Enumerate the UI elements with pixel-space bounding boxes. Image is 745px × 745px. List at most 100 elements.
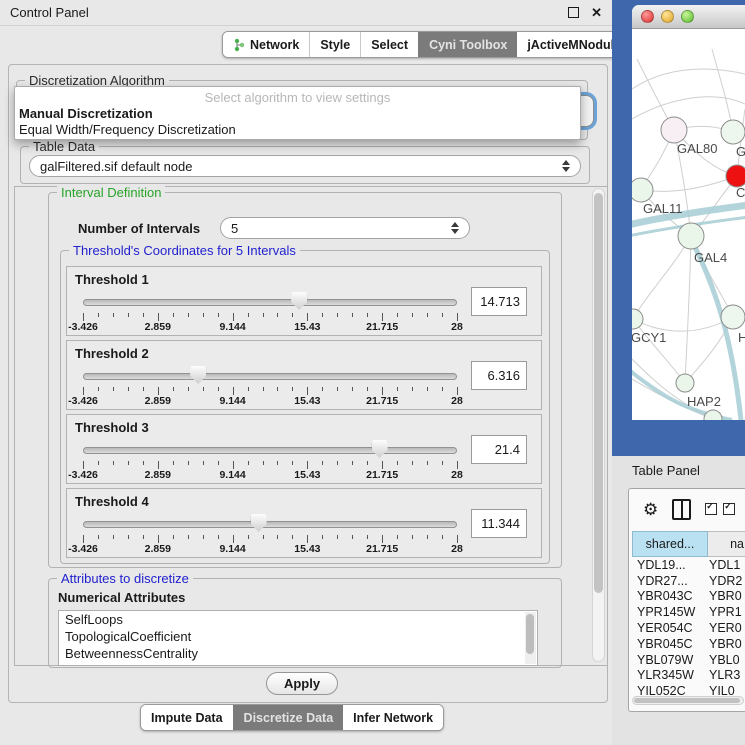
tick-mark	[367, 387, 368, 391]
slider-thumb[interactable]	[190, 366, 206, 384]
cell-shared-name: YBR045C	[632, 637, 709, 651]
vertical-scrollbar-thumb[interactable]	[594, 193, 603, 593]
slider-thumb[interactable]	[291, 292, 307, 310]
network-edge[interactable]	[633, 236, 691, 319]
tick-mark	[218, 313, 219, 317]
vertical-scrollbar[interactable]	[592, 188, 605, 662]
zoom-traffic-light-icon[interactable]	[681, 10, 694, 23]
tick-label: 2.859	[145, 321, 171, 333]
threshold-value-field[interactable]: 21.4	[471, 435, 527, 464]
column-header-name[interactable]: na	[708, 531, 745, 557]
bottom-tab-infer-network[interactable]: Infer Network	[343, 705, 443, 730]
algorithm-option-manual[interactable]: Manual Discretization	[19, 106, 153, 121]
table-row[interactable]: YBL079WYBL0	[632, 652, 745, 668]
bottom-tab-impute-data[interactable]: Impute Data	[141, 705, 233, 730]
checkbox-checked-icon[interactable]	[723, 503, 735, 515]
tick-label: 15.43	[294, 543, 320, 555]
bottom-tab-discretize-data[interactable]: Discretize Data	[233, 705, 344, 730]
network-node[interactable]	[704, 410, 722, 420]
network-edge[interactable]	[632, 69, 745, 89]
threshold-slider[interactable]: -3.4262.8599.14415.4321.71528	[81, 439, 459, 479]
network-edge[interactable]	[685, 236, 691, 383]
gear-icon[interactable]: ⚙	[643, 501, 658, 518]
split-column-icon[interactable]	[672, 499, 691, 520]
network-canvas[interactable]: GAL80GCGAL11GAL4GCY1HHAP2	[632, 29, 745, 420]
network-node-c[interactable]	[726, 165, 745, 187]
slider-ticks	[83, 313, 457, 321]
threshold-value-field[interactable]: 6.316	[471, 361, 527, 390]
list-scrollbar-thumb[interactable]	[526, 614, 534, 654]
tick-mark	[203, 313, 204, 317]
slider-track[interactable]	[83, 299, 457, 306]
minimize-traffic-light-icon[interactable]	[661, 10, 674, 23]
close-icon[interactable]: ✕	[591, 6, 602, 19]
table-row[interactable]: YDL19...YDL1	[632, 557, 745, 573]
tick-mark	[248, 461, 249, 465]
tick-label: 9.144	[219, 543, 245, 555]
network-node-gal4[interactable]	[678, 223, 704, 249]
threshold-value-field[interactable]: 11.344	[471, 509, 527, 538]
tick-mark	[382, 461, 383, 469]
threshold-slider[interactable]: -3.4262.8599.14415.4321.71528	[81, 291, 459, 331]
close-traffic-light-icon[interactable]	[641, 10, 654, 23]
table-row[interactable]: YBR043CYBR0	[632, 589, 745, 605]
cell-shared-name: YBR043C	[632, 589, 709, 603]
tab-cyni-toolbox[interactable]: Cyni Toolbox	[418, 32, 517, 57]
table-row[interactable]: YPR145WYPR1	[632, 604, 745, 620]
network-edge[interactable]	[641, 176, 737, 191]
checkbox-checked-icon[interactable]	[705, 503, 717, 515]
slider-track[interactable]	[83, 373, 457, 380]
slider-track[interactable]	[83, 521, 457, 528]
table-row[interactable]: YDR27...YDR2	[632, 573, 745, 589]
threshold-value-field[interactable]: 14.713	[471, 287, 527, 316]
float-window-icon[interactable]	[568, 7, 579, 18]
network-window-titlebar	[632, 5, 745, 29]
num-intervals-combo[interactable]: 5	[220, 217, 470, 239]
tick-mark	[158, 313, 159, 321]
tick-label: 21.715	[366, 395, 398, 407]
table-data-combo[interactable]: galFiltered.sif default node	[29, 155, 581, 177]
table-row[interactable]: YLR345WYLR3	[632, 668, 745, 684]
list-scrollbar[interactable]	[525, 612, 536, 664]
apply-button[interactable]: Apply	[266, 672, 338, 695]
network-edge[interactable]	[633, 317, 733, 331]
tick-mark	[427, 461, 428, 465]
tick-label: 15.43	[294, 321, 320, 333]
network-node-gcy1[interactable]	[632, 309, 643, 329]
slider-track[interactable]	[83, 447, 457, 454]
tick-mark	[352, 313, 353, 317]
tick-mark	[427, 313, 428, 317]
tick-mark	[292, 535, 293, 539]
attributes-listbox[interactable]: SelfLoopsTopologicalCoefficientBetweenne…	[58, 610, 538, 666]
network-node-label: GAL80	[677, 141, 717, 156]
slider-thumb[interactable]	[372, 440, 388, 458]
network-node-hap2[interactable]	[676, 374, 694, 392]
table-row[interactable]: YIL052CYIL0	[632, 683, 745, 697]
network-node-gal80[interactable]	[661, 117, 687, 143]
tab-network[interactable]: Network	[223, 32, 309, 57]
attribute-list-item[interactable]: TopologicalCoefficient	[59, 628, 537, 645]
cell-name: YDR2	[709, 574, 745, 588]
threshold-slider[interactable]: -3.4262.8599.14415.4321.71528	[81, 365, 459, 405]
threshold-label: Threshold 1	[75, 272, 149, 287]
horizontal-scrollbar[interactable]	[632, 696, 744, 705]
tab-style[interactable]: Style	[309, 32, 360, 57]
table-row[interactable]: YBR045CYBR0	[632, 636, 745, 652]
tick-mark	[83, 461, 84, 469]
attribute-list-item[interactable]: BetweennessCentrality	[59, 645, 537, 662]
slider-thumb[interactable]	[251, 514, 267, 532]
interval-definition-label: Interval Definition	[57, 185, 165, 200]
threshold-slider[interactable]: -3.4262.8599.14415.4321.71528	[81, 513, 459, 553]
tick-mark	[412, 535, 413, 539]
table-data-group-label: Table Data	[29, 139, 99, 154]
attribute-list-item[interactable]: SelfLoops	[59, 611, 537, 628]
tab-select[interactable]: Select	[360, 32, 418, 57]
network-edge[interactable]	[712, 49, 733, 132]
algorithm-option-equal-width[interactable]: Equal Width/Frequency Discretization	[19, 122, 236, 137]
network-node-gal11[interactable]	[632, 178, 653, 202]
network-node-h[interactable]	[721, 305, 745, 329]
horizontal-scrollbar-thumb[interactable]	[634, 698, 740, 703]
column-header-shared[interactable]: shared...	[632, 531, 708, 557]
network-node-g[interactable]	[721, 120, 745, 144]
table-row[interactable]: YER054CYER0	[632, 620, 745, 636]
